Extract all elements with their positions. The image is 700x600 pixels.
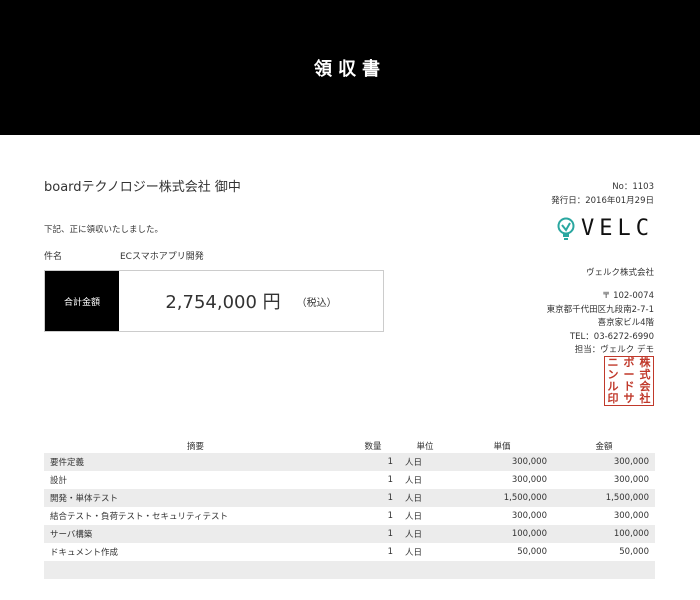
subject-label: 件名 xyxy=(44,252,63,262)
table-row: ドキュメント作成 1 人日 50,000 50,000 xyxy=(50,547,649,558)
issuer-address-line1: 東京都千代田区九段南2-7-1 xyxy=(546,304,654,315)
table-row-empty xyxy=(44,561,655,579)
tax-note: （税込） xyxy=(296,297,337,309)
company-logo: VELC xyxy=(555,216,654,241)
receipt-header: 領収書 xyxy=(0,0,700,135)
subject-value: ECスマホアプリ開発 xyxy=(120,252,204,262)
lightbulb-icon xyxy=(557,217,575,240)
subject-row: 件名 ECスマホアプリ開発 xyxy=(44,249,384,262)
client-block: boardテクノロジー株式会社 御中 xyxy=(44,176,384,195)
col-desc: 摘要 xyxy=(186,442,204,452)
issuer-postal: 〒 102-0074 xyxy=(601,291,654,301)
issuer-tel: TEL：03-6272-6990 xyxy=(569,331,654,342)
table-header-row: 摘要 数量 単位 単価 金額 xyxy=(44,439,655,453)
col-qty: 数量 xyxy=(364,442,382,452)
issue-date: 発行日：2016年01月29日 xyxy=(551,196,654,206)
table-row: 結合テスト・負荷テスト・セキュリティテスト 1 人日 300,000 300,0… xyxy=(50,511,649,522)
col-price: 単価 xyxy=(493,442,511,452)
logo-text: VELC xyxy=(581,216,654,241)
received-note: 下記、正に領収いたしました。 xyxy=(44,225,164,235)
table-row: サーバ構築 1 人日 100,000 100,000 xyxy=(44,525,655,543)
line-items-table: 摘要 数量 単位 単価 金額 要件定義 1 人日 300,000 300,000… xyxy=(44,439,655,579)
issuer-address-line2: 喜京家ビル4階 xyxy=(597,318,654,328)
receipt-title: 領収書 xyxy=(314,58,386,80)
col-unit: 単位 xyxy=(416,442,434,452)
total-amount: 2,754,000 円 xyxy=(165,292,281,313)
issuer-company: ヴェルク株式会社 xyxy=(585,268,654,278)
total-box: 合計金額 2,754,000 円 （税込） xyxy=(44,270,384,332)
total-label: 合計金額 xyxy=(45,271,119,331)
total-value: 2,754,000 円 （税込） xyxy=(119,271,383,331)
receipt-meta: No：1103 発行日：2016年01月29日 xyxy=(551,180,654,208)
receipt-number: No：1103 xyxy=(612,182,654,192)
client-name: boardテクノロジー株式会社 御中 xyxy=(44,180,241,195)
issuer-address: 〒 102-0074 東京都千代田区九段南2-7-1 喜京家ビル4階 TEL：0… xyxy=(547,290,654,358)
table-row: 要件定義 1 人日 300,000 300,000 xyxy=(44,453,655,471)
col-amount: 金額 xyxy=(595,442,613,452)
table-row: 設計 1 人日 300,000 300,000 xyxy=(50,475,649,486)
table-row: 開発・単体テスト 1 人日 1,500,000 1,500,000 xyxy=(44,489,655,507)
company-seal-stamp: ニ ボ 株 ン ー 式 ル ド 会 印 サ 社 xyxy=(604,356,654,406)
